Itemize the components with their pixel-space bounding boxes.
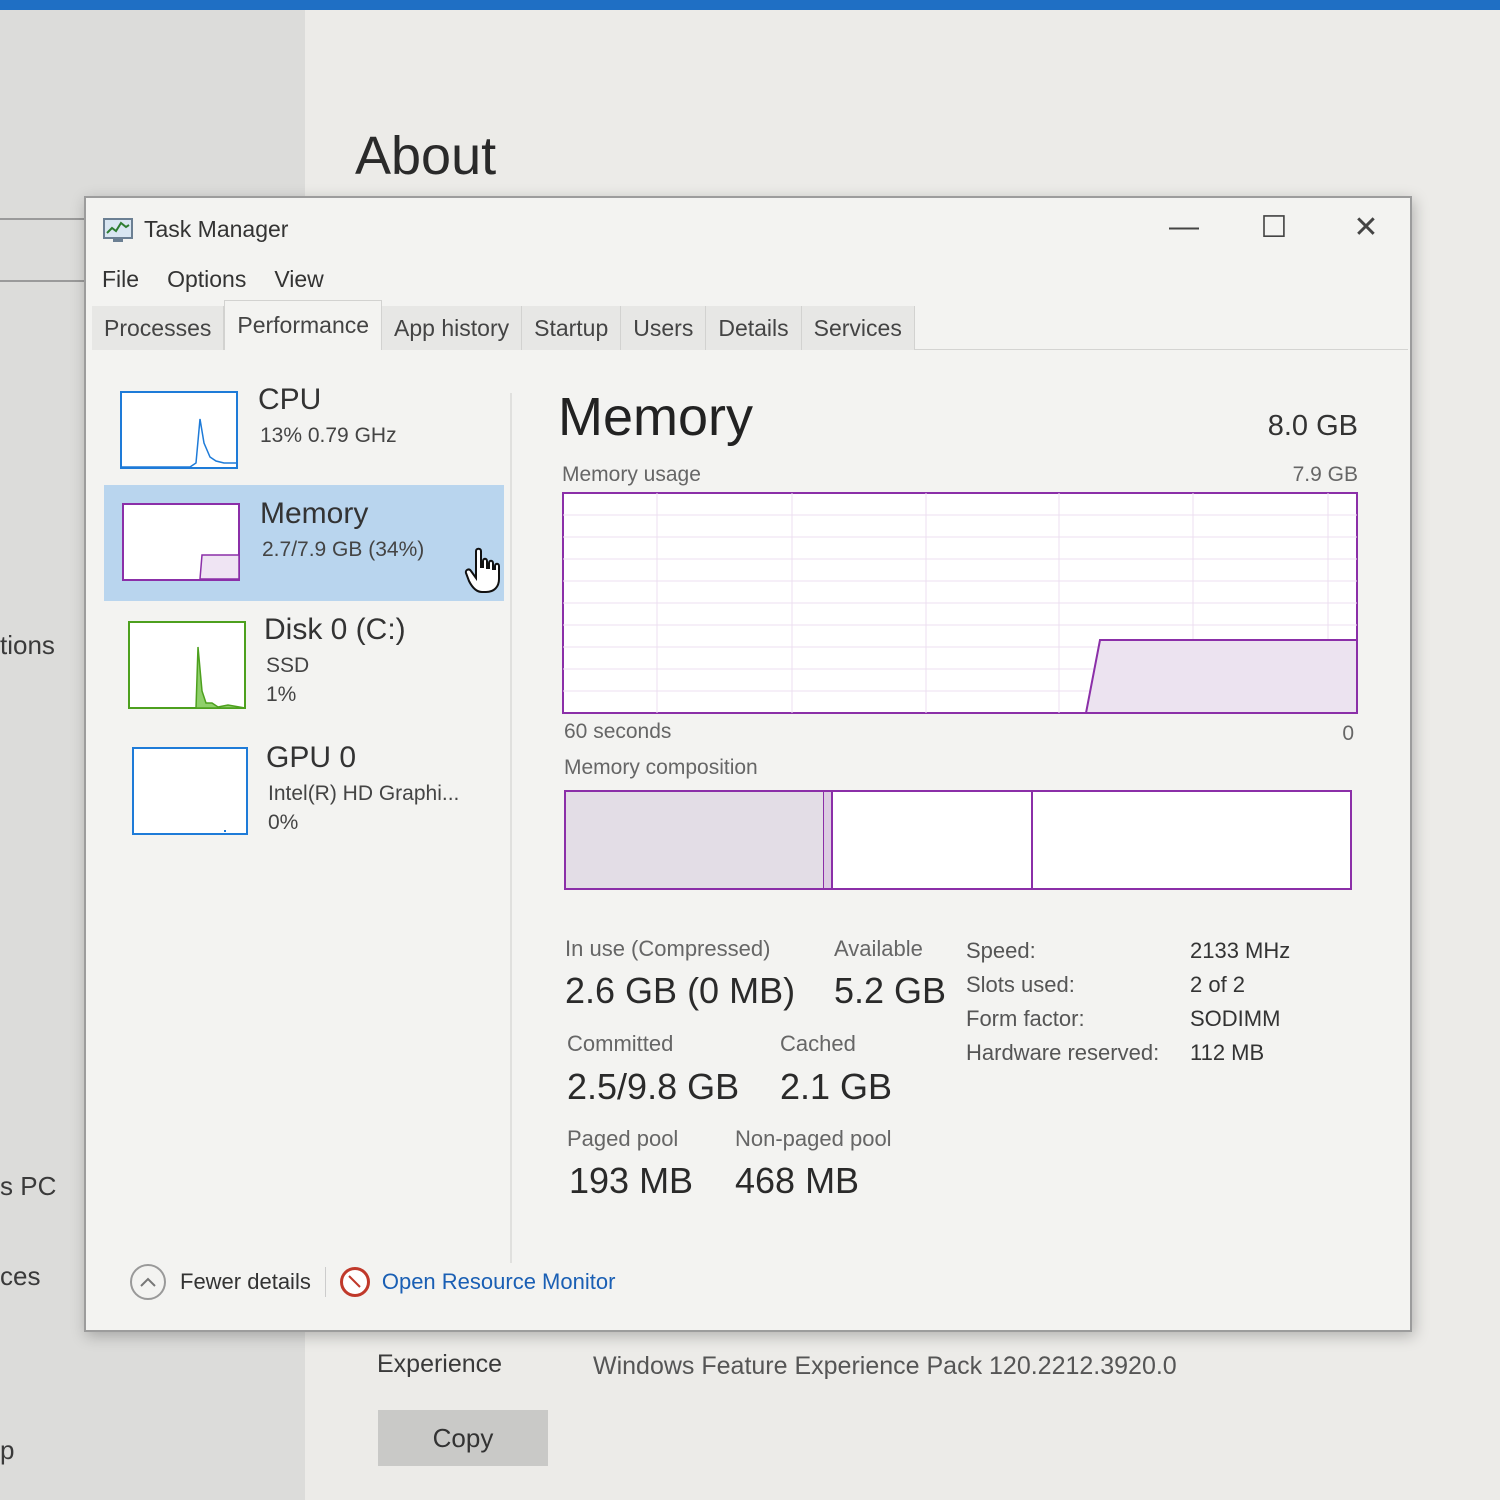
resource-item-cpu[interactable]: CPU 13% 0.79 GHz [104, 383, 504, 499]
resource-item-disk[interactable]: Disk 0 (C:) SSD 1% [104, 613, 504, 729]
spec-hardware-reserved-value: 112 MB [1190, 1040, 1265, 1065]
paged-pool-value: 193 MB [569, 1160, 694, 1201]
resource-name: Memory [260, 497, 369, 530]
memory-composition-bar [564, 790, 1352, 890]
available-value: 5.2 GB [834, 970, 947, 1011]
sidebar-item-fragment[interactable]: tions [0, 630, 55, 661]
tab-processes[interactable]: Processes [92, 306, 225, 350]
composition-in-use [566, 792, 824, 888]
tab-app-history[interactable]: App history [382, 306, 523, 350]
sidebar-item-fragment[interactable]: p [0, 1435, 14, 1466]
footer-divider [324, 1267, 326, 1297]
disk-mini-graph [128, 621, 246, 709]
menu-file[interactable]: File [102, 266, 139, 293]
committed-value: 2.5/9.8 GB [567, 1066, 740, 1107]
memory-usage-label: Memory usage [562, 463, 701, 486]
spec-hardware-reserved-label: Hardware reserved: [966, 1040, 1160, 1065]
spec-form-factor-label: Form factor: [966, 1006, 1085, 1031]
in-use-label: In use (Compressed) [565, 936, 771, 961]
pane-divider [510, 393, 512, 1263]
experience-value: Windows Feature Experience Pack 120.2212… [593, 1352, 1177, 1380]
sidebar-divider [0, 280, 90, 282]
resource-name: CPU [258, 383, 322, 416]
page-title: About [355, 126, 497, 186]
non-paged-pool-value: 468 MB [735, 1160, 860, 1201]
sidebar-item-fragment[interactable]: s PC [0, 1171, 56, 1202]
memory-heading: Memory [558, 387, 754, 447]
composition-modified [824, 792, 832, 888]
tab-startup[interactable]: Startup [522, 306, 622, 350]
resource-utilization: 1% [266, 683, 297, 706]
cached-value: 2.1 GB [780, 1066, 893, 1107]
spec-speed-label: Speed: [966, 938, 1036, 963]
tab-performance[interactable]: Performance [224, 300, 383, 350]
minimize-button[interactable]: — [1160, 210, 1208, 244]
resource-detail: 2.7/7.9 GB (34%) [262, 538, 425, 561]
tab-bar: Processes Performance App history Startu… [92, 300, 1408, 350]
taskbar-accent-strip [0, 0, 1500, 10]
committed-label: Committed [567, 1031, 674, 1056]
sidebar-item-fragment[interactable]: ces [0, 1261, 40, 1292]
memory-mini-graph [122, 503, 240, 581]
resource-name: GPU 0 [266, 741, 357, 774]
memory-usage-area [1084, 639, 1358, 714]
window-title: Task Manager [144, 216, 289, 242]
spec-form-factor-value: SODIMM [1190, 1006, 1281, 1031]
resource-item-gpu[interactable]: GPU 0 Intel(R) HD Graphi... 0% [104, 741, 504, 857]
gpu-mini-graph [132, 747, 248, 835]
graph-time-right: 0 [1342, 722, 1354, 745]
available-label: Available [834, 936, 923, 961]
hand-cursor-icon [464, 547, 500, 593]
task-manager-icon [103, 218, 133, 242]
maximize-button[interactable]: ☐ [1250, 210, 1298, 244]
spec-slots-label: Slots used: [966, 972, 1075, 997]
spec-speed-value: 2133 MHz [1190, 938, 1291, 963]
copy-button[interactable]: Copy [378, 1410, 548, 1466]
fewer-details-link[interactable]: Fewer details [180, 1269, 311, 1295]
chevron-up-icon[interactable] [130, 1264, 166, 1300]
tab-services[interactable]: Services [801, 306, 915, 350]
menu-view[interactable]: View [274, 266, 323, 293]
resource-detail: Intel(R) HD Graphi... [268, 782, 460, 805]
sidebar-divider [0, 218, 90, 220]
menu-options[interactable]: Options [167, 266, 246, 293]
resource-monitor-icon[interactable] [339, 1267, 370, 1297]
experience-label: Experience [377, 1350, 503, 1378]
footer-bar: Fewer details Open Resource Monitor [130, 1260, 615, 1304]
graph-time-left: 60 seconds [564, 720, 672, 743]
task-manager-window: Task Manager — ☐ ✕ File Options View Pro… [84, 196, 1412, 1332]
spec-slots-value: 2 of 2 [1190, 972, 1246, 997]
resource-utilization: 0% [268, 811, 299, 834]
close-button[interactable]: ✕ [1342, 210, 1390, 244]
tab-users[interactable]: Users [621, 306, 707, 350]
memory-usage-graph [562, 492, 1358, 714]
memory-composition-label: Memory composition [564, 756, 758, 779]
resource-name: Disk 0 (C:) [264, 613, 406, 646]
paged-pool-label: Paged pool [567, 1126, 679, 1151]
non-paged-pool-label: Non-paged pool [735, 1126, 892, 1151]
cpu-mini-graph [120, 391, 238, 469]
open-resource-monitor-link[interactable]: Open Resource Monitor [382, 1269, 616, 1295]
resource-item-memory[interactable]: Memory 2.7/7.9 GB (34%) [104, 485, 504, 601]
resource-type: SSD [266, 654, 310, 677]
menu-bar: File Options View [102, 266, 324, 293]
in-use-value: 2.6 GB (0 MB) [565, 970, 796, 1011]
resource-detail: 13% 0.79 GHz [260, 424, 397, 447]
memory-usage-max: 7.9 GB [1292, 463, 1358, 486]
tab-details[interactable]: Details [706, 306, 802, 350]
memory-total: 8.0 GB [1267, 410, 1358, 442]
cached-label: Cached [780, 1031, 856, 1056]
